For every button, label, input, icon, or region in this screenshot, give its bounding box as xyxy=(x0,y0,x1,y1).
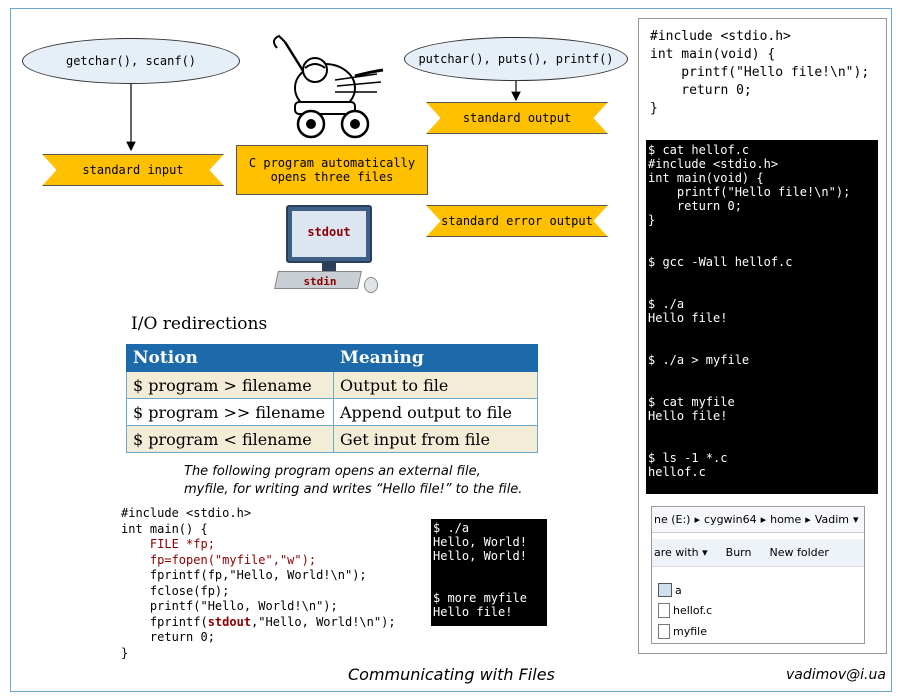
program-code-block: #include <stdio.h> int main() { FILE *fp… xyxy=(121,506,396,661)
code-line: FILE *fp; xyxy=(121,537,215,551)
chevron-right-icon: ▸ xyxy=(694,513,701,526)
standard-output-label: standard output xyxy=(462,111,572,125)
code-line: fclose(fp); xyxy=(121,583,230,598)
table-cell-meaning: Output to file xyxy=(333,371,538,399)
center-program-label: C program automatically opens three file… xyxy=(248,155,416,184)
mouse-icon xyxy=(364,277,378,293)
footer-author: vadimov@i.ua xyxy=(786,667,886,683)
table-header-meaning: Meaning xyxy=(333,344,538,372)
standard-output-ribbon: standard output xyxy=(426,102,608,134)
table-header-notion: Notion xyxy=(126,344,334,372)
center-program-box: C program automatically opens three file… xyxy=(236,145,428,195)
file-explorer-window: ne (E:) ▸ cygwin64 ▸ home ▸ Vadim ▾ are with… xyxy=(651,506,865,644)
table-cell-meaning: Append output to file xyxy=(333,398,538,426)
path-segment[interactable]: home xyxy=(770,513,801,526)
code-line: return 0; xyxy=(121,630,215,644)
output-functions-label: putchar(), puts(), printf() xyxy=(418,52,614,66)
io-redirections-table: Notion Meaning $ program > filename Outp… xyxy=(126,344,538,453)
table-cell-notion: $ program < filename xyxy=(126,425,334,453)
burn-button[interactable]: Burn xyxy=(726,546,752,559)
computer-icon: stdout stdin xyxy=(274,205,384,295)
new-folder-button[interactable]: New folder xyxy=(769,546,828,559)
document-file-icon xyxy=(658,603,670,618)
monitor-stdout-label: stdout xyxy=(307,225,351,239)
path-segment[interactable]: ne (E:) xyxy=(654,513,690,526)
standard-error-ribbon: standard error output xyxy=(426,205,608,237)
table-row: $ program >> filename Append output to f… xyxy=(126,398,538,426)
code-line: fprintf( xyxy=(121,614,208,629)
code-line: } xyxy=(121,645,129,660)
standard-input-label: standard input xyxy=(82,163,184,177)
table-cell-notion: $ program > filename xyxy=(126,371,334,399)
share-with-button[interactable]: are with ▾ xyxy=(654,546,708,559)
chevron-right-icon: ▸ xyxy=(760,513,767,526)
document-file-icon xyxy=(658,624,670,639)
standard-input-ribbon: standard input xyxy=(42,154,224,186)
code-line: fp=fopen("myfile","w"); xyxy=(121,552,317,567)
table-header-row: Notion Meaning xyxy=(126,344,538,372)
file-name: myfile xyxy=(673,625,707,638)
explorer-toolbar: are with ▾ Burn New folder xyxy=(652,539,864,567)
table-row: $ program > filename Output to file xyxy=(126,371,538,399)
code-line: int main() { xyxy=(121,521,208,536)
input-functions-label: getchar(), scanf() xyxy=(65,54,197,68)
table-cell-meaning: Get input from file xyxy=(333,425,538,453)
file-item[interactable]: hellof.c xyxy=(658,603,712,618)
path-segment[interactable]: Vadim xyxy=(815,513,849,526)
file-name: hellof.c xyxy=(673,604,713,617)
chevron-down-icon[interactable]: ▾ xyxy=(853,513,859,526)
footer-title: Communicating with Files xyxy=(348,665,555,684)
small-terminal-output: $ ./a Hello, World! Hello, World! $ more… xyxy=(431,519,547,626)
file-name: a xyxy=(675,583,682,597)
code-stdout-keyword: stdout xyxy=(207,614,252,629)
right-code-block: #include <stdio.h> int main(void) { prin… xyxy=(650,29,870,116)
path-segment[interactable]: cygwin64 xyxy=(704,513,757,526)
executable-file-icon xyxy=(658,583,672,597)
monitor-stand xyxy=(322,263,336,271)
chevron-right-icon: ▸ xyxy=(805,513,811,526)
file-item[interactable]: myfile xyxy=(658,624,707,639)
table-row: $ program < filename Get input from file xyxy=(126,425,538,453)
cartoon-character-icon xyxy=(273,34,384,139)
input-functions-ellipse: getchar(), scanf() xyxy=(22,38,240,84)
code-line: fprintf(fp,"Hello, World!\n"); xyxy=(121,568,367,582)
monitor-icon: stdout xyxy=(286,205,372,263)
code-line: #include <stdio.h> xyxy=(121,506,252,520)
program-caption: The following program opens an external … xyxy=(184,464,523,497)
right-terminal-output: $ cat hellof.c #include <stdio.h> int ma… xyxy=(646,140,878,494)
standard-error-label: standard error output xyxy=(441,214,593,228)
table-cell-notion: $ program >> filename xyxy=(126,398,334,426)
file-item[interactable]: a xyxy=(658,583,682,597)
code-line: printf("Hello, World!\n"); xyxy=(121,599,338,613)
keyboard-stdin-label: stdin xyxy=(303,275,337,288)
output-functions-ellipse: putchar(), puts(), printf() xyxy=(404,37,628,81)
explorer-address-bar[interactable]: ne (E:) ▸ cygwin64 ▸ home ▸ Vadim ▾ xyxy=(652,507,864,533)
io-redirections-title: I/O redirections xyxy=(131,314,268,334)
code-line: ,"Hello, World!\n"); xyxy=(251,614,396,629)
chevron-down-icon: ▾ xyxy=(702,546,708,559)
